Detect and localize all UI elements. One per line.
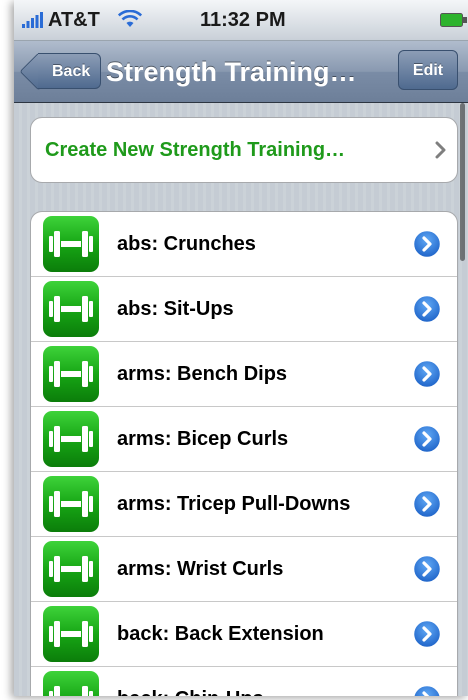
exercise-list: abs: Crunches abs: Sit-Ups arms: Bench Dip… — [30, 211, 458, 696]
list-item[interactable]: arms: Bench Dips — [31, 342, 457, 407]
list-item-label: back: Chin-Ups — [117, 667, 264, 696]
dumbbell-icon — [43, 541, 99, 597]
dumbbell-icon — [43, 281, 99, 337]
list-item[interactable]: arms: Bicep Curls — [31, 407, 457, 472]
detail-disclosure-icon[interactable] — [412, 424, 442, 454]
wifi-icon — [118, 10, 142, 27]
edit-button-label: Edit — [412, 62, 444, 79]
clock-time: 11:32 PM — [200, 9, 286, 31]
list-item-label: arms: Tricep Pull-Downs — [117, 493, 351, 515]
dumbbell-icon — [43, 216, 99, 272]
detail-disclosure-icon[interactable] — [412, 684, 442, 696]
list-item-label: abs: Sit-Ups — [117, 298, 234, 320]
detail-disclosure-icon[interactable] — [412, 294, 442, 324]
list-item[interactable]: arms: Wrist Curls — [31, 537, 457, 602]
detail-disclosure-icon[interactable] — [412, 359, 442, 389]
battery-icon — [440, 13, 467, 27]
back-button[interactable]: Back — [38, 53, 102, 89]
chevron-right-icon — [435, 141, 446, 159]
table-view[interactable]: Create New Strength Training… abs: Crunc… — [14, 103, 468, 696]
detail-disclosure-icon[interactable] — [412, 229, 442, 259]
signal-bars-icon — [22, 12, 43, 28]
phone-screen: AT&T 11:32 PM Back Strength Training… Ed… — [14, 0, 468, 696]
create-new-strength-training-button[interactable]: Create New Strength Training… — [30, 117, 458, 183]
list-item[interactable]: back: Chin-Ups — [31, 667, 457, 696]
dumbbell-icon — [43, 606, 99, 662]
list-item-label: arms: Wrist Curls — [117, 558, 284, 580]
dumbbell-icon — [43, 411, 99, 467]
dumbbell-icon — [43, 346, 99, 402]
detail-disclosure-icon[interactable] — [412, 619, 442, 649]
detail-disclosure-icon[interactable] — [412, 489, 442, 519]
list-item[interactable]: back: Back Extension — [31, 602, 457, 667]
navigation-bar: Back Strength Training… Edit — [14, 41, 468, 103]
list-item-label: arms: Bench Dips — [117, 363, 288, 385]
dumbbell-icon — [43, 671, 99, 696]
list-item-label: back: Back Extension — [117, 623, 324, 645]
back-button-label: Back — [52, 63, 91, 80]
create-label: Create New Strength Training… — [45, 139, 346, 161]
list-item[interactable]: abs: Sit-Ups — [31, 277, 457, 342]
carrier-name: AT&T — [48, 9, 100, 31]
scroll-indicator — [460, 103, 465, 261]
detail-disclosure-icon[interactable] — [412, 554, 442, 584]
page-title: Strength Training… — [106, 57, 357, 87]
list-item-label: arms: Bicep Curls — [117, 428, 289, 450]
list-item[interactable]: abs: Crunches — [31, 212, 457, 277]
status-bar: AT&T 11:32 PM — [14, 0, 468, 41]
list-item[interactable]: arms: Tricep Pull-Downs — [31, 472, 457, 537]
edit-button[interactable]: Edit — [398, 50, 458, 90]
dumbbell-icon — [43, 476, 99, 532]
list-item-label: abs: Crunches — [117, 233, 256, 255]
